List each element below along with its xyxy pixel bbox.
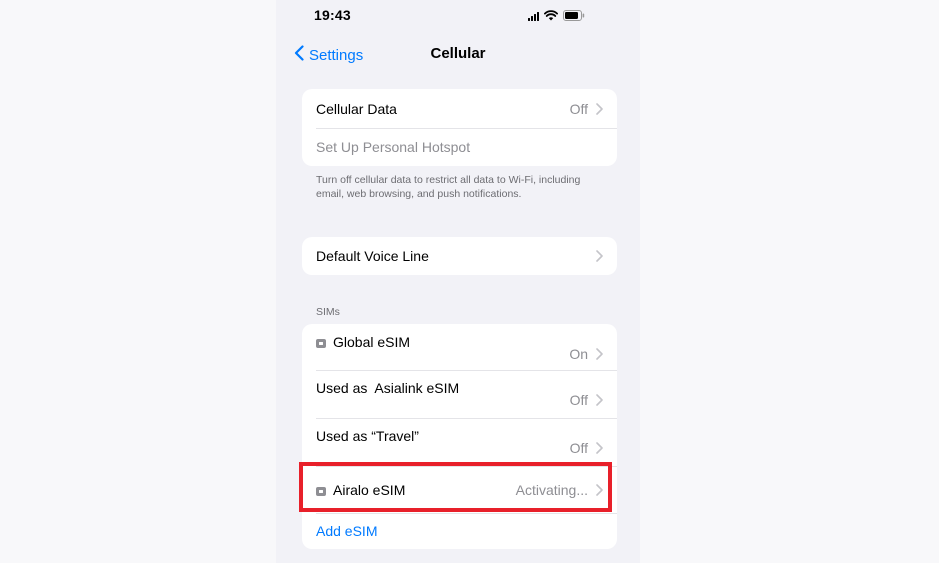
sim-row-airalo-esim[interactable]: Airalo eSIM Activating... — [302, 466, 617, 513]
sims-section-header: SIMs — [316, 306, 340, 318]
personal-hotspot-row[interactable]: Set Up Personal Hotspot — [302, 128, 617, 166]
status-time: 19:43 — [314, 7, 351, 23]
page-title: Cellular — [430, 45, 486, 62]
sim-row-global-esim[interactable]: Global eSIM On — [302, 324, 617, 370]
sims-group: Global eSIM On Used as Asialink eSIM Off… — [302, 324, 617, 549]
cellular-data-group: Cellular Data Off Set Up Personal Hotspo… — [302, 89, 617, 166]
default-voice-line-label: Default Voice Line — [316, 248, 429, 264]
nav-bar: Settings Cellular — [276, 36, 640, 72]
chevron-right-icon — [596, 348, 603, 360]
voice-line-group: Default Voice Line — [302, 237, 617, 275]
chevron-right-icon — [596, 102, 603, 115]
page-margin-left — [0, 0, 276, 563]
cellular-data-row[interactable]: Cellular Data Off — [302, 89, 617, 128]
chevron-right-icon — [596, 442, 603, 454]
wifi-icon — [544, 10, 558, 21]
page-margin-right — [640, 0, 939, 563]
sim-status-value: Off — [569, 440, 588, 456]
sim-icon — [316, 339, 326, 348]
status-icons — [528, 9, 585, 21]
chevron-right-icon — [596, 394, 603, 406]
default-voice-line-row[interactable]: Default Voice Line — [302, 237, 617, 275]
sim-label: Used as Asialink eSIM — [316, 380, 460, 396]
chevron-right-icon — [596, 250, 603, 262]
sim-row-asialink-esim[interactable]: Used as Asialink eSIM Off — [302, 370, 617, 418]
status-bar: 19:43 — [276, 0, 640, 30]
cellular-data-label: Cellular Data — [316, 100, 397, 117]
cellular-data-footnote: Turn off cellular data to restrict all d… — [316, 174, 581, 200]
phone-screen: 19:43 Settings Cellular Cellular Data Of… — [276, 0, 640, 563]
sim-status-value: Off — [569, 392, 588, 408]
sim-status-value: Activating... — [515, 481, 588, 498]
battery-icon — [563, 10, 585, 21]
cellular-data-value: Off — [569, 100, 588, 117]
signal-icon — [528, 12, 539, 21]
add-esim-button[interactable]: Add eSIM — [316, 523, 603, 539]
chevron-right-icon — [596, 483, 603, 496]
personal-hotspot-label: Set Up Personal Hotspot — [316, 139, 471, 155]
sim-label: Airalo eSIM — [333, 481, 406, 498]
sim-row-travel[interactable]: Used as “Travel” Off — [302, 418, 617, 466]
sim-icon — [316, 486, 326, 496]
sim-label: Global eSIM — [333, 334, 411, 350]
add-esim-row[interactable]: Add eSIM — [302, 513, 617, 549]
sim-status-value: On — [569, 346, 588, 362]
sim-label: Used as “Travel” — [316, 428, 419, 444]
